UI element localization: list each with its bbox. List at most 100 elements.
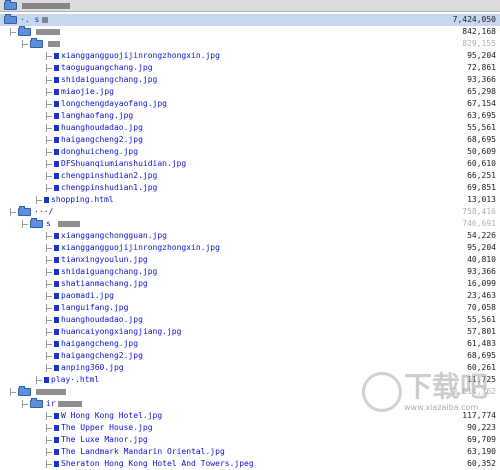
item-size: 66,251 [467,171,496,180]
item-name: chengpinshudian1.jpg [61,183,158,192]
tree-file-row[interactable]: tianxingyoulun.jpg 40,810 [0,254,500,266]
folder-icon [30,38,43,48]
item-size: 61,483 [467,339,496,348]
item-name: languifang.jpg [61,303,129,312]
item-size: 72,861 [467,63,496,72]
tree-folder-row[interactable]: ·. s 7,424,050 [0,14,500,26]
item-name: xianggangchongguan.jpg [61,231,167,240]
item-size: 55,561 [467,123,496,132]
file-icon [54,437,59,443]
item-size: 57,801 [467,327,496,336]
tree-folder-row[interactable] [0,0,500,12]
item-size: 842,168 [462,27,496,36]
item-name: The Luxe Manor.jpg [61,435,148,444]
tree-folder-row[interactable]: ···/ 758,416 [0,206,500,218]
tree-file-row[interactable]: shidaiguangchang.jpg 93,366 [0,266,500,278]
tree-file-row[interactable]: xianggangguojijinrongzhongxin.jpg 95,204 [0,242,500,254]
tree-file-row[interactable]: chengpinshudian2.jpg 66,251 [0,170,500,182]
item-size: 16,099 [467,279,496,288]
item-size: 54,226 [467,231,496,240]
item-name: shatianmachang.jpg [61,279,148,288]
item-size: 70,058 [467,303,496,312]
item-name: tianxingyoulun.jpg [61,255,148,264]
item-name: haigangcheng2.jpg [61,135,143,144]
tree-file-row[interactable]: paomadi.jpg 23,463 [0,290,500,302]
file-icon [54,317,59,323]
item-size: 93,366 [467,267,496,276]
item-name: xianggangguojijinrongzhongxin.jpg [61,243,220,252]
item-name: huanghoudadao.jpg [61,315,143,324]
file-icon [54,329,59,335]
tree-folder-row[interactable]: 829,155 [0,38,500,50]
watermark-logo-icon [362,372,402,412]
tree-file-row[interactable]: shidaiguangchang.jpg 93,366 [0,74,500,86]
item-size: 68,695 [467,135,496,144]
folder-icon [18,206,31,216]
file-icon [54,449,59,455]
file-icon [54,257,59,263]
file-icon [54,413,59,419]
file-icon [54,161,59,167]
item-name: ir [46,399,56,408]
item-size: 67,154 [467,99,496,108]
tree-folder-row[interactable]: 842,168 [0,26,500,38]
file-icon [54,365,59,371]
item-name: DFShuanqiumianshuidian.jpg [61,159,187,168]
item-size: 95,204 [467,243,496,252]
tree-file-row[interactable]: haigangcheng2.jpg 68,695 [0,134,500,146]
tree-file-row[interactable]: haigangcheng2.jpg 68,695 [0,350,500,362]
item-size: 65,298 [467,87,496,96]
tree-file-row[interactable]: DFShuanqiumianshuidian.jpg 60,610 [0,158,500,170]
item-size: 69,851 [467,183,496,192]
tree-file-row[interactable]: longchengdayaofang.jpg 67,154 [0,98,500,110]
tree-file-row[interactable]: The Landmark Mandarin Oriental.jpg 63,190 [0,446,500,458]
item-size: 758,416 [462,207,496,216]
item-size: 50,609 [467,147,496,156]
item-name: haigangcheng2.jpg [61,351,143,360]
item-name: paomadi.jpg [61,291,114,300]
file-icon [54,281,59,287]
folder-icon [4,14,17,24]
tree-file-row[interactable]: miaojie.jpg 65,298 [0,86,500,98]
tree-file-row[interactable]: haigangcheng.jpg 61,483 [0,338,500,350]
tree-file-row[interactable]: shatianmachang.jpg 16,099 [0,278,500,290]
item-size: 60,352 [467,459,496,468]
file-icon [54,101,59,107]
folder-icon [18,386,31,396]
tree-file-row[interactable]: huanghoudadao.jpg 55,561 [0,122,500,134]
redacted-text [48,41,60,47]
item-size: 90,223 [467,423,496,432]
redacted-text [22,3,70,9]
tree-file-row[interactable]: taoguguangchang.jpg 72,861 [0,62,500,74]
tree-file-row[interactable]: shopping.html 13,013 [0,194,500,206]
file-icon [54,89,59,95]
tree-file-row[interactable]: huancaiyongxiangjiang.jpg 57,801 [0,326,500,338]
tree-file-row[interactable]: donghuicheng.jpg 50,609 [0,146,500,158]
tree-file-row[interactable]: langhaofang.jpg 63,695 [0,110,500,122]
item-name: shopping.html [51,195,114,204]
tree-file-row[interactable]: The Upper House.jpg 90,223 [0,422,500,434]
tree-file-row[interactable]: huanghoudadao.jpg 55,561 [0,314,500,326]
redacted-text [58,401,82,407]
file-icon [54,425,59,431]
file-icon [54,173,59,179]
item-size: 68,695 [467,351,496,360]
item-name: langhaofang.jpg [61,111,134,120]
tree-file-row[interactable]: xianggangchongguan.jpg 54,226 [0,230,500,242]
item-name: donghuicheng.jpg [61,147,139,156]
tree-file-row[interactable]: Sheraton Hong Kong Hotel And Towers.jpeg… [0,458,500,470]
item-name: Sheraton Hong Kong Hotel And Towers.jpeg [61,459,254,468]
item-name: huancaiyongxiangjiang.jpg [61,327,182,336]
tree-file-row[interactable]: xianggangguojijinrongzhongxin.jpg 95,204 [0,50,500,62]
tree-file-row[interactable]: chengpinshudian1.jpg 69,851 [0,182,500,194]
item-size: 95,204 [467,51,496,60]
redacted-text [42,17,48,23]
folder-icon [30,398,43,408]
tree-folder-row[interactable]: s 746,691 [0,218,500,230]
item-name: haigangcheng.jpg [61,339,139,348]
item-name: ·. s [20,15,40,24]
file-icon [54,305,59,311]
tree-file-row[interactable]: languifang.jpg 70,058 [0,302,500,314]
item-size: 13,013 [467,195,496,204]
tree-file-row[interactable]: The Luxe Manor.jpg 69,709 [0,434,500,446]
